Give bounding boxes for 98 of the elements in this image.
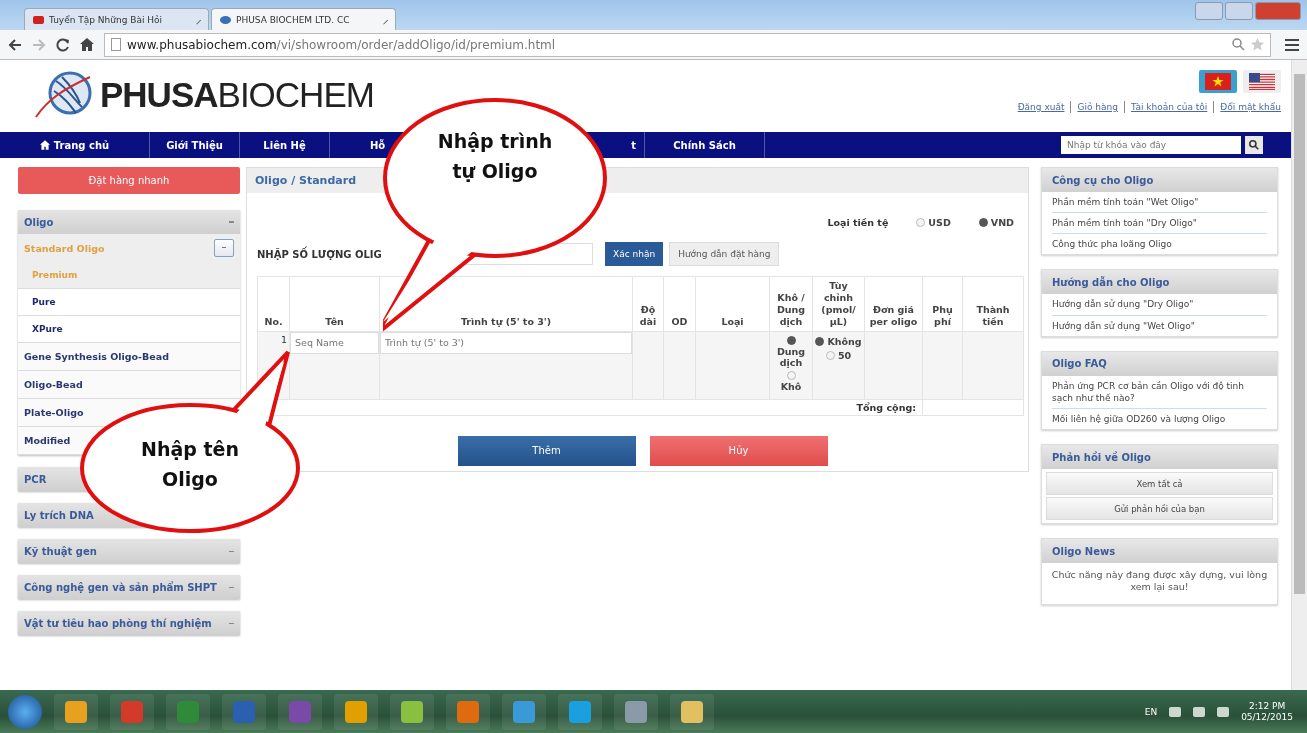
flag-icon (1205, 73, 1231, 90)
sequence-field[interactable]: Trình tự (5' to 3') (380, 331, 632, 354)
clock-time: 2:12 PM (1248, 701, 1286, 711)
search-icon (1249, 140, 1259, 150)
menu-item[interactable]: Modified (24, 435, 71, 446)
minimize-button[interactable] (1195, 2, 1223, 20)
column-header: No. (257, 276, 290, 331)
app-icon[interactable] (446, 693, 490, 730)
tray-icon[interactable] (1169, 706, 1182, 717)
column-header: Đơn giá per oligo (864, 276, 923, 331)
column-header: Tên (289, 276, 380, 331)
order-guide-button[interactable]: Hướng dẫn đặt hàng (669, 242, 780, 266)
panel-title: Hướng dẫn cho Oligo (1042, 270, 1277, 295)
menu-category[interactable]: Kỹ thuật gen (24, 545, 97, 557)
add-button[interactable]: Thêm (457, 435, 636, 466)
panel-link[interactable]: Phần mềm tính toán "Dry Oligo" (1052, 213, 1267, 235)
start-button[interactable] (8, 694, 42, 729)
language-button[interactable] (1199, 70, 1237, 93)
account-link[interactable]: Giỏ hàng (1077, 102, 1118, 112)
panel-title: Công cụ cho Oligo (1042, 168, 1277, 192)
menu-category[interactable]: Oligo (24, 216, 54, 228)
callout-text: Nhập trình tự Oligo (436, 129, 554, 185)
breadcrumb: Oligo / Standard (255, 174, 357, 187)
form-radio[interactable]: Khô (771, 370, 811, 392)
app-icon[interactable] (670, 693, 714, 730)
app-icon[interactable] (334, 693, 378, 730)
forward-icon[interactable] (32, 38, 46, 51)
collapse-button[interactable] (214, 239, 234, 257)
menu-item[interactable]: Oligo-Bead (24, 379, 83, 390)
panel-title: Phản hồi về Oligo (1042, 445, 1277, 470)
currency-label: Loại tiền tệ (827, 217, 889, 228)
account-link[interactable]: Đăng xuất (1017, 102, 1065, 112)
column-header: Loại (695, 276, 770, 331)
column-header: Phụ phí (922, 276, 963, 331)
panel-link[interactable]: Hướng dẫn sử dụng "Dry Oligo" (1052, 294, 1267, 316)
menu-item[interactable]: Plate-Oligo (24, 407, 84, 418)
custom-radio[interactable]: Không (814, 335, 863, 347)
panel-title: Oligo FAQ (1042, 351, 1277, 376)
address-field[interactable]: www.phusabiochem.com/vi/showroom/order/addOligo/id/premium.html (104, 32, 1271, 57)
home-icon[interactable] (39, 140, 50, 150)
quantity-label: NHẬP SỐ LƯỢNG OLIG (257, 248, 383, 260)
app-icon[interactable] (390, 693, 434, 730)
column-header: OD (663, 276, 696, 331)
panel-message: Chức năng này đang được xây dựng, vui lòng xem lại sau! (1050, 569, 1269, 594)
nav-link[interactable]: t (631, 139, 636, 151)
search-icon[interactable] (1232, 38, 1245, 51)
panel-link[interactable]: Hướng dẫn sử dụng "Wet Oligo" (1052, 315, 1267, 336)
app-icon[interactable] (558, 693, 602, 730)
language-indicator[interactable]: EN (1144, 706, 1158, 717)
panel-link[interactable]: Phản ứng PCR cơ bản cần Oligo với độ tinh sạch như thế nào? (1052, 375, 1267, 409)
nav-link[interactable]: Chính Sách (673, 139, 736, 151)
app-icon[interactable] (54, 693, 98, 730)
currency-radio[interactable]: VND (978, 217, 1014, 228)
browser-tab[interactable]: Tuyển Tập Những Bài Hỏi (24, 8, 209, 30)
column-header: Tùy chỉnh (pmol/ µL) (812, 276, 865, 331)
back-icon[interactable] (8, 38, 22, 51)
search-button[interactable] (1245, 136, 1263, 154)
close-button[interactable] (1255, 2, 1301, 20)
panel-link[interactable]: Mối liên hệ giữa OD260 và lượng Oligo (1052, 409, 1267, 430)
account-link[interactable]: Đổi mật khẩu (1220, 102, 1281, 112)
star-icon[interactable] (1251, 38, 1264, 51)
maximize-button[interactable] (1225, 2, 1253, 20)
flag-icon (1249, 73, 1275, 90)
menu-icon[interactable] (1285, 38, 1299, 51)
panel-button[interactable]: Xem tất cả (1046, 472, 1273, 496)
total-label: Tổng cộng: (856, 401, 916, 413)
custom-radio[interactable]: 50 (814, 349, 863, 361)
callout-text: Nhập tên Oligo (140, 437, 240, 493)
brand-name: PHUSABIOCHEM (100, 75, 374, 115)
nav-link[interactable]: Giới Thiệu (166, 139, 223, 151)
nav-link[interactable]: Trang chủ (53, 139, 110, 151)
column-header: Độ dài (632, 276, 664, 331)
account-link[interactable]: Tài khoản của tôi (1130, 102, 1208, 112)
nav-link[interactable]: Hỗ (370, 139, 386, 151)
panel-link[interactable]: Phần mềm tính toán "Wet Oligo" (1052, 192, 1267, 214)
search-field[interactable]: Nhập từ khóa vào đây (1061, 136, 1241, 154)
browser-tab[interactable]: PHUSA BIOCHEM LTD. CC (211, 8, 396, 30)
column-header: Khô / Dung dịch (769, 276, 813, 331)
panel-link[interactable]: Công thức pha loãng Oligo (1052, 234, 1267, 255)
clock-date: 05/12/2015 (1241, 712, 1293, 722)
panel-button[interactable]: Gửi phản hồi của bạn (1046, 497, 1273, 521)
menu-category[interactable]: Ly trích DNA (24, 509, 94, 521)
scrollbar[interactable] (1291, 60, 1307, 690)
page-icon (111, 38, 121, 51)
app-icon[interactable] (614, 693, 658, 730)
app-icon[interactable] (502, 693, 546, 730)
panel-title: Oligo News (1042, 539, 1277, 564)
form-radio[interactable]: Dung dịch (771, 335, 811, 368)
nav-link[interactable]: Liên Hệ (263, 139, 306, 151)
currency-radio[interactable]: USD (916, 217, 951, 228)
column-header: Thành tiền (962, 276, 1024, 331)
language-button[interactable] (1243, 70, 1281, 93)
name-field[interactable]: Seq Name (290, 331, 379, 354)
home-icon[interactable] (80, 38, 94, 51)
menu-category[interactable]: PCR (24, 473, 47, 485)
app-icon[interactable] (166, 693, 210, 730)
confirm-button[interactable]: Xác nhận (605, 242, 664, 266)
reload-icon[interactable] (56, 37, 70, 52)
